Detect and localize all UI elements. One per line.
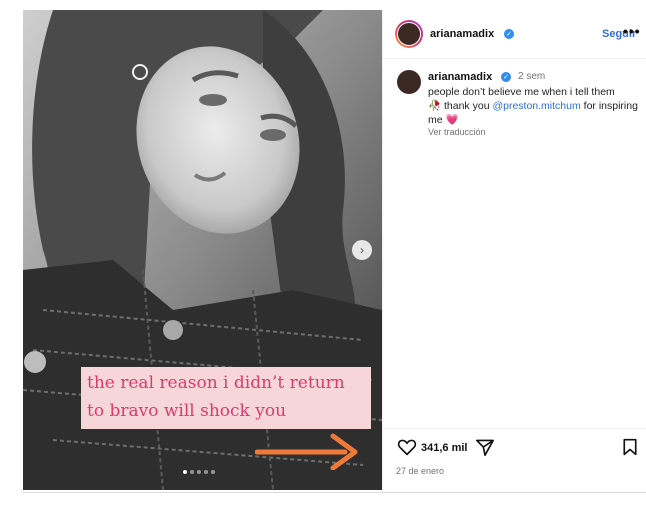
bookmark-icon[interactable]: [622, 438, 638, 456]
like-count[interactable]: 341,6 mil: [421, 442, 467, 454]
slide-dot: [204, 470, 208, 474]
verified-icon: ✓: [501, 72, 511, 82]
more-options-icon[interactable]: •••: [623, 23, 641, 39]
share-icon[interactable]: [475, 438, 495, 456]
heart-icon[interactable]: [397, 438, 417, 456]
slide-dot: [197, 470, 201, 474]
comment-time[interactable]: 2 sem: [518, 71, 545, 82]
post-sidebar: arianamadix ✓ Seguir ••• arianamadix ✓ 2…: [382, 10, 646, 492]
comment-text: people don’t believe me when i tell them…: [428, 85, 638, 127]
slide-dot: [190, 470, 194, 474]
next-slide-button[interactable]: ›: [352, 240, 372, 260]
comment-text-part: thank you: [441, 100, 493, 112]
comment-avatar[interactable]: [397, 70, 421, 94]
post-image[interactable]: › the real reason i didn’t return to bra…: [23, 10, 382, 490]
heart-emoji: 💗: [445, 114, 459, 126]
caption-line-1: the real reason i didn’t return: [87, 373, 345, 393]
mention-link[interactable]: @preston.mitchum: [492, 100, 580, 112]
caption-line-2: to bravo will shock you: [87, 401, 287, 421]
verified-icon: ✓: [504, 29, 514, 39]
slide-dot: [211, 470, 215, 474]
action-bar: 341,6 mil 27 de enero: [383, 428, 646, 493]
avatar: [397, 22, 421, 46]
image-caption-overlay: the real reason i didn’t return to bravo…: [81, 367, 371, 429]
see-translation-link[interactable]: Ver traducción: [428, 127, 486, 137]
header-username[interactable]: arianamadix: [430, 28, 494, 40]
rose-emoji: 🥀: [428, 100, 442, 112]
slide-indicator: [183, 470, 215, 474]
story-ring[interactable]: [395, 20, 423, 48]
post-date[interactable]: 27 de enero: [396, 466, 444, 476]
orange-arrow-icon: [255, 433, 358, 470]
post-header: arianamadix ✓ Seguir •••: [383, 10, 646, 59]
comment-username[interactable]: arianamadix: [428, 71, 492, 83]
slide-dot: [183, 470, 187, 474]
comment-text-part: people don’t believe me when i tell them: [428, 86, 615, 98]
post-card: › the real reason i didn’t return to bra…: [23, 10, 646, 493]
